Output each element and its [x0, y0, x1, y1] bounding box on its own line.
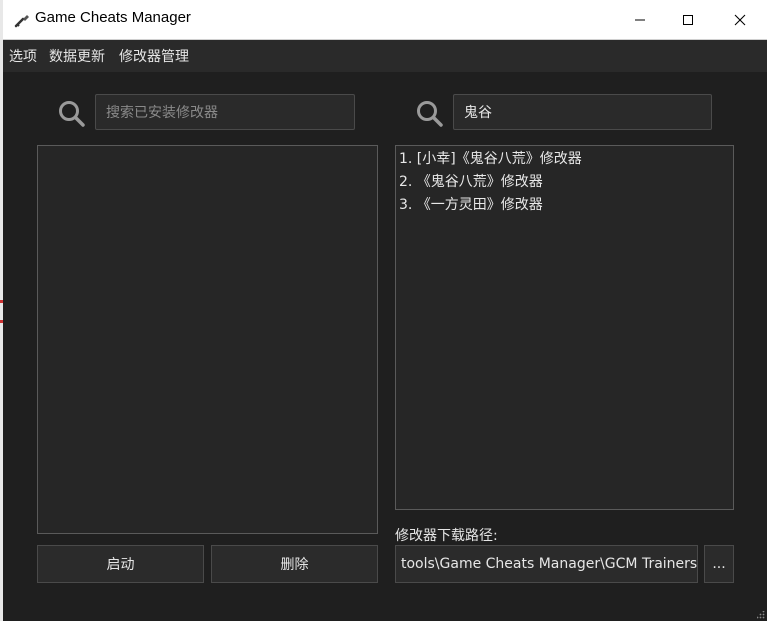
minimize-button[interactable]	[616, 0, 664, 39]
launch-button[interactable]: 启动	[37, 545, 204, 583]
close-icon	[734, 14, 746, 25]
maximize-button[interactable]	[664, 0, 712, 39]
search-icon	[59, 101, 85, 127]
menu-bar: 选项 数据更新 修改器管理	[3, 40, 767, 72]
menu-options[interactable]: 选项	[9, 46, 37, 66]
maximize-icon	[683, 14, 693, 25]
browse-button-label: ...	[712, 556, 726, 572]
trainer-search-value: 鬼谷	[464, 105, 492, 121]
search-icon	[417, 101, 443, 127]
app-window: Game Cheats Manager 选项 数据更新 修改器管理 搜索已安装修…	[3, 0, 767, 621]
window-title: Game Cheats Manager	[35, 9, 191, 26]
title-bar: Game Cheats Manager	[3, 0, 767, 40]
download-path-value: tools\Game Cheats Manager\GCM Trainers	[401, 556, 698, 572]
main-content: 搜索已安装修改器 启动 删除 鬼谷 1. [小幸]《鬼谷八荒》修改器 2. 《鬼…	[3, 72, 767, 621]
minimize-icon	[635, 19, 645, 20]
list-item[interactable]: 1. [小幸]《鬼谷八荒》修改器	[396, 148, 733, 171]
download-path-label: 修改器下载路径:	[395, 528, 498, 544]
installed-search-input[interactable]: 搜索已安装修改器	[95, 94, 355, 130]
browse-button[interactable]: ...	[704, 545, 734, 583]
key-icon	[14, 15, 29, 28]
launch-button-label: 启动	[106, 557, 135, 573]
search-results-list[interactable]: 1. [小幸]《鬼谷八荒》修改器 2. 《鬼谷八荒》修改器 3. 《一方灵田》修…	[395, 145, 734, 510]
list-item[interactable]: 3. 《一方灵田》修改器	[396, 194, 733, 217]
download-path-field[interactable]: tools\Game Cheats Manager\GCM Trainers	[395, 545, 698, 583]
resize-grip-icon[interactable]	[757, 611, 765, 619]
menu-data-update[interactable]: 数据更新	[49, 46, 105, 66]
delete-button-label: 删除	[280, 557, 309, 573]
list-item[interactable]: 2. 《鬼谷八荒》修改器	[396, 171, 733, 194]
menu-trainer-management[interactable]: 修改器管理	[119, 46, 189, 66]
installed-trainers-list[interactable]	[37, 145, 378, 534]
close-button[interactable]	[716, 0, 764, 39]
installed-search-placeholder: 搜索已安装修改器	[106, 105, 218, 121]
trainer-search-input[interactable]: 鬼谷	[453, 94, 712, 130]
delete-button[interactable]: 删除	[211, 545, 378, 583]
